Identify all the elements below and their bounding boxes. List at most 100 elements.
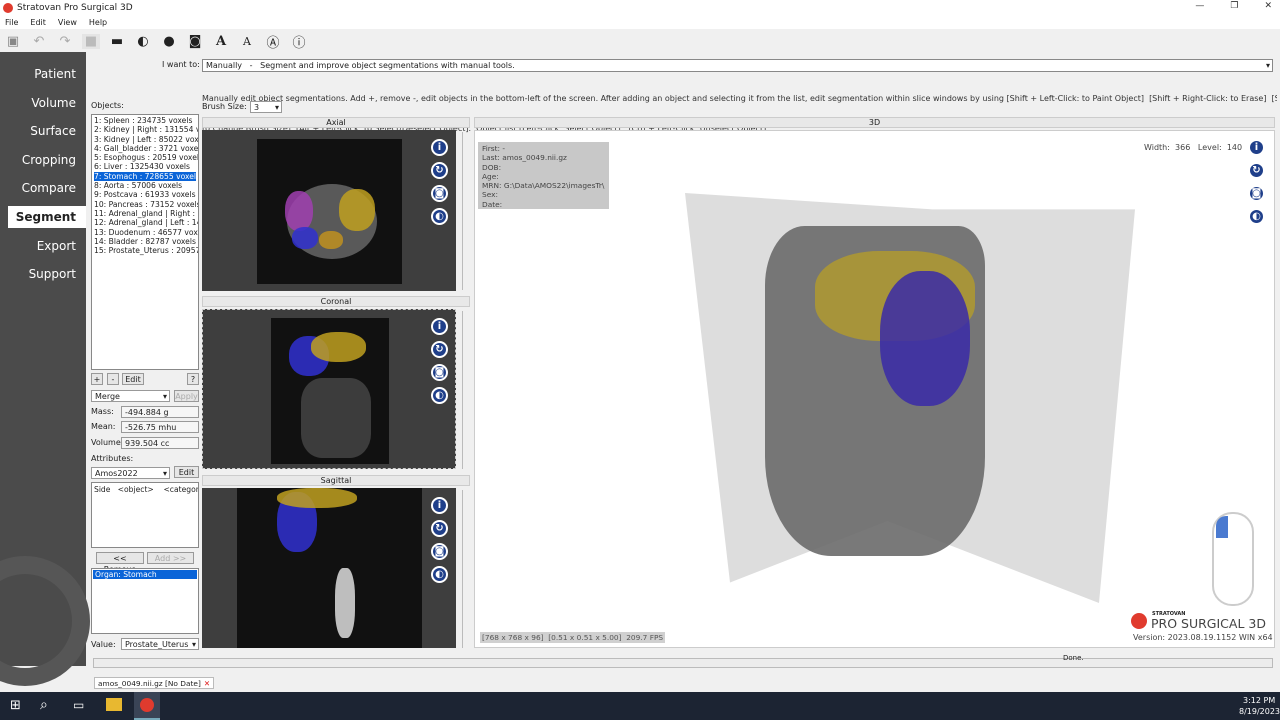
object-list-item[interactable]: 8: Aorta : 57006 voxels [94,181,196,190]
object-list-item[interactable]: 7: Stomach : 728655 voxels [94,171,198,182]
edit-object-button[interactable]: Edit [122,373,144,385]
reset-icon[interactable]: ↻ [431,520,448,537]
object-list-item[interactable]: 14: Bladder : 82787 voxels [94,237,196,246]
remove-object-button[interactable]: - [107,373,119,385]
merge-select[interactable]: Merge [91,390,170,402]
task-select[interactable]: Manually - Segment and improve object se… [202,59,1273,72]
search-icon[interactable]: ⌕ [40,697,48,713]
mass-value: -494.884 g [121,406,199,418]
clock-date: 8/19/2023 [1239,707,1280,716]
sagittal-view[interactable] [202,488,456,648]
object-list-item[interactable]: 4: Gall_bladder : 3721 voxels [94,144,198,153]
info-icon[interactable]: i [431,497,448,514]
camera-icon[interactable]: ◙ [431,543,448,560]
sidebar-item-volume[interactable]: Volume [0,92,86,114]
assigned-attributes-list[interactable]: Organ: Stomach [91,568,199,634]
sidebar-item-surface[interactable]: Surface [0,120,86,142]
merge-value: Merge [95,392,120,401]
reset-icon[interactable]: ↻ [431,341,448,358]
object-list-item[interactable]: 12: Adrenal_gland | Left : 14 [94,218,198,227]
i-want-to-label: I want to: [162,60,200,69]
font-larger-icon[interactable]: A [212,34,230,49]
undo-icon[interactable]: ↶ [30,34,48,49]
object-list-item[interactable]: 1: Spleen : 234735 voxels [94,116,196,125]
apply-button[interactable]: Apply [174,390,199,402]
sidebar-decoration [0,556,90,686]
object-list-item[interactable]: 11: Adrenal_gland | Right : 2 [94,209,198,218]
coronal-tools: i ↻ ◙ ◐ [431,318,448,404]
reset-icon[interactable]: ↻ [1248,162,1265,179]
sidebar-item-cropping[interactable]: Cropping [0,149,86,171]
objects-list[interactable]: 1: Spleen : 234735 voxels 2: Kidney | Rig… [91,114,199,370]
axial-slice-slider[interactable] [462,132,468,290]
redo-icon[interactable]: ↷ [56,34,74,49]
info-reset-icon[interactable]: ⓘ [290,32,308,51]
maximize-button[interactable]: ❐ [1230,1,1238,11]
attribute-list[interactable]: Side <object> <category> [91,482,199,548]
contrast-icon[interactable]: ◐ [431,387,448,404]
close-button[interactable]: ✕ [1264,1,1272,11]
object-list-item[interactable]: 6: Liver : 1325430 voxels [94,162,196,171]
save-icon[interactable]: ▣ [4,34,22,49]
info-icon[interactable]: i [431,139,448,156]
contrast-icon[interactable]: ◐ [431,208,448,225]
font-smaller-icon[interactable]: A [238,35,256,48]
sidebar-item-support[interactable]: Support [0,263,86,285]
menu-edit[interactable]: Edit [30,18,46,27]
sagittal-tools: i ↻ ◙ ◐ [431,497,448,583]
add-object-button[interactable]: + [91,373,103,385]
sagittal-slice-slider[interactable] [462,490,468,648]
object-list-item[interactable]: 10: Pancreas : 73152 voxels [94,200,198,209]
contrast-icon[interactable]: ◐ [1248,208,1265,225]
attribute-edit-button[interactable]: Edit [174,466,199,478]
object-list-item[interactable]: 2: Kidney | Right : 131554 voxels [94,125,198,134]
windows-start-icon[interactable]: ⊞ [10,698,21,713]
close-tab-icon[interactable]: ✕ [204,679,210,688]
sidebar-item-compare[interactable]: Compare [0,177,86,199]
sidebar-item-patient[interactable]: Patient [0,63,86,85]
cube-icon[interactable]: ■ [82,33,100,49]
reset-icon[interactable]: ↻ [431,162,448,179]
sidebar-item-segment[interactable]: Segment [8,205,86,228]
camera-icon[interactable]: ◙ [186,34,204,49]
sidebar-item-export[interactable]: Export [0,235,86,257]
axial-view[interactable] [202,130,456,291]
object-list-item[interactable]: 3: Kidney | Left : 85022 voxels [94,135,198,144]
assigned-attribute-item[interactable]: Organ: Stomach [93,570,197,579]
person-icon[interactable]: ● [160,34,178,49]
value-select[interactable]: Prostate_Uterus [121,638,199,650]
coronal-slice-slider[interactable] [462,311,468,469]
object-list-item[interactable]: 13: Duodenum : 46577 voxels [94,228,198,237]
black-rect-icon[interactable]: ▬ [108,34,126,49]
brush-size-select[interactable]: 3 [250,101,282,113]
object-list-item[interactable]: 9: Postcava : 61933 voxels [94,190,196,199]
camera-icon[interactable]: ◙ [431,185,448,202]
object-list-item[interactable]: 5: Esophogus : 20519 voxels [94,153,198,162]
file-explorer-icon[interactable] [106,698,122,711]
coronal-view[interactable] [202,309,456,469]
menu-view[interactable]: View [58,18,77,27]
attribute-set-value: Amos2022 [95,469,138,478]
object-list-item[interactable]: 15: Prostate_Uterus : 20957 [94,246,198,255]
menu-file[interactable]: File [5,18,18,27]
pro-surgical-taskbar-icon[interactable] [134,692,160,720]
info-icon[interactable]: i [431,318,448,335]
info-icon[interactable]: i [1248,139,1265,156]
font-reset-icon[interactable]: Ⓐ [264,32,282,51]
help-button[interactable]: ? [187,373,199,385]
task-view-icon[interactable]: ▭ [73,698,84,712]
camera-icon[interactable]: ◙ [431,364,448,381]
progress-bar [93,658,1273,668]
add-attribute-button[interactable]: Add >> [147,552,194,564]
contrast-icon[interactable]: ◐ [134,34,152,49]
minimize-button[interactable]: — [1195,1,1204,11]
attribute-set-select[interactable]: Amos2022 [91,467,170,479]
remove-attribute-button[interactable]: << Remove [96,552,144,574]
info-sex: Sex: [482,190,498,200]
file-tab[interactable]: amos_0049.nii.gz [No Date] ✕ [94,677,215,689]
menu-help[interactable]: Help [89,18,107,27]
sagittal-header: Sagittal [202,475,470,486]
app-logo-icon [3,2,13,13]
contrast-icon[interactable]: ◐ [431,566,448,583]
camera-icon[interactable]: ◙ [1248,185,1265,202]
